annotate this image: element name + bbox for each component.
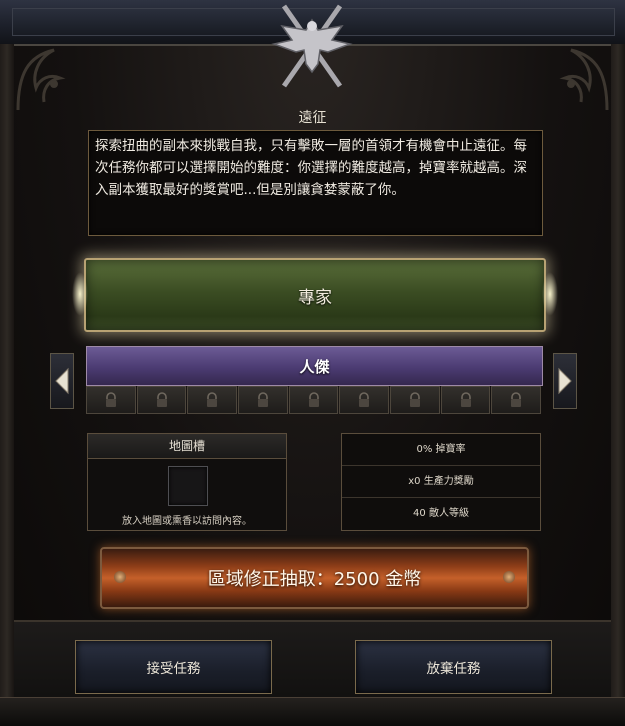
lock-icon bbox=[156, 392, 167, 407]
enemy-level-stat: 40 敵人等級 bbox=[413, 508, 469, 519]
map-slot-note: 放入地圖或熏香以訪問內容。 bbox=[122, 516, 252, 527]
prev-difficulty-button[interactable] bbox=[50, 353, 74, 409]
locked-difficulty-slot bbox=[390, 386, 440, 414]
ornament-knob bbox=[503, 571, 515, 583]
locked-difficulty-slot bbox=[288, 386, 339, 414]
locked-difficulty-slot bbox=[187, 386, 238, 414]
lock-icon bbox=[409, 392, 420, 407]
locked-difficulty-slot bbox=[339, 386, 390, 414]
map-socket[interactable] bbox=[168, 466, 208, 506]
ornament-corner bbox=[551, 44, 611, 114]
locked-difficulty-row bbox=[86, 386, 542, 414]
abandon-quest-button[interactable]: 放棄任務 bbox=[355, 640, 552, 694]
locked-difficulty-slot bbox=[440, 386, 491, 414]
next-difficulty-button[interactable] bbox=[553, 353, 577, 409]
lock-icon bbox=[207, 392, 218, 407]
right-frame bbox=[611, 44, 625, 725]
lock-icon bbox=[105, 392, 116, 407]
ornament-knob bbox=[114, 571, 126, 583]
locked-difficulty-slot bbox=[491, 386, 542, 414]
drop-rate-stat: 0% 掉寶率 bbox=[342, 434, 540, 466]
lock-icon bbox=[308, 392, 319, 407]
accept-quest-button[interactable]: 接受任務 bbox=[75, 640, 272, 694]
lock-icon bbox=[257, 392, 268, 407]
lock-icon bbox=[359, 392, 370, 407]
difficulty-expert-button[interactable]: 專家 bbox=[72, 258, 558, 332]
left-frame bbox=[0, 44, 14, 725]
stats-panel: 0% 掉寶率 x0 生產力獎勵 40 敵人等級 bbox=[341, 433, 541, 531]
locked-difficulty-slot bbox=[136, 386, 187, 414]
locked-difficulty-slot bbox=[238, 386, 288, 414]
description-text: 探索扭曲的副本來挑戰自我，只有擊敗一層的首領才有機會中止遠征。每次任務你都可以選… bbox=[88, 130, 543, 236]
expedition-window: 遠征 探索扭曲的副本來挑戰自我，只有擊敗一層的首領才有機會中止遠征。每次任務你都… bbox=[0, 0, 625, 726]
eagle-emblem-icon bbox=[262, 0, 362, 96]
map-slot-panel: 地圖槽 放入地圖或熏香以訪問內容。 bbox=[87, 433, 287, 531]
locked-difficulty-slot bbox=[86, 386, 136, 414]
region-modifier-label: 區域修正抽取：2500 金幣 bbox=[207, 569, 422, 590]
region-modifier-button[interactable]: 區域修正抽取：2500 金幣 bbox=[100, 547, 529, 609]
productivity-stat: x0 生產力獎勵 bbox=[342, 466, 540, 498]
lock-icon bbox=[460, 392, 471, 407]
window-title: 遠征 bbox=[298, 110, 327, 126]
bottom-frame bbox=[0, 697, 625, 726]
lock-icon bbox=[511, 392, 522, 407]
difficulty-hero-button[interactable]: 人傑 bbox=[86, 346, 543, 386]
map-slot-header: 地圖槽 bbox=[88, 434, 286, 459]
ornament-corner bbox=[14, 44, 74, 114]
arrow-left-icon bbox=[55, 367, 69, 395]
arrow-right-icon bbox=[558, 367, 572, 395]
